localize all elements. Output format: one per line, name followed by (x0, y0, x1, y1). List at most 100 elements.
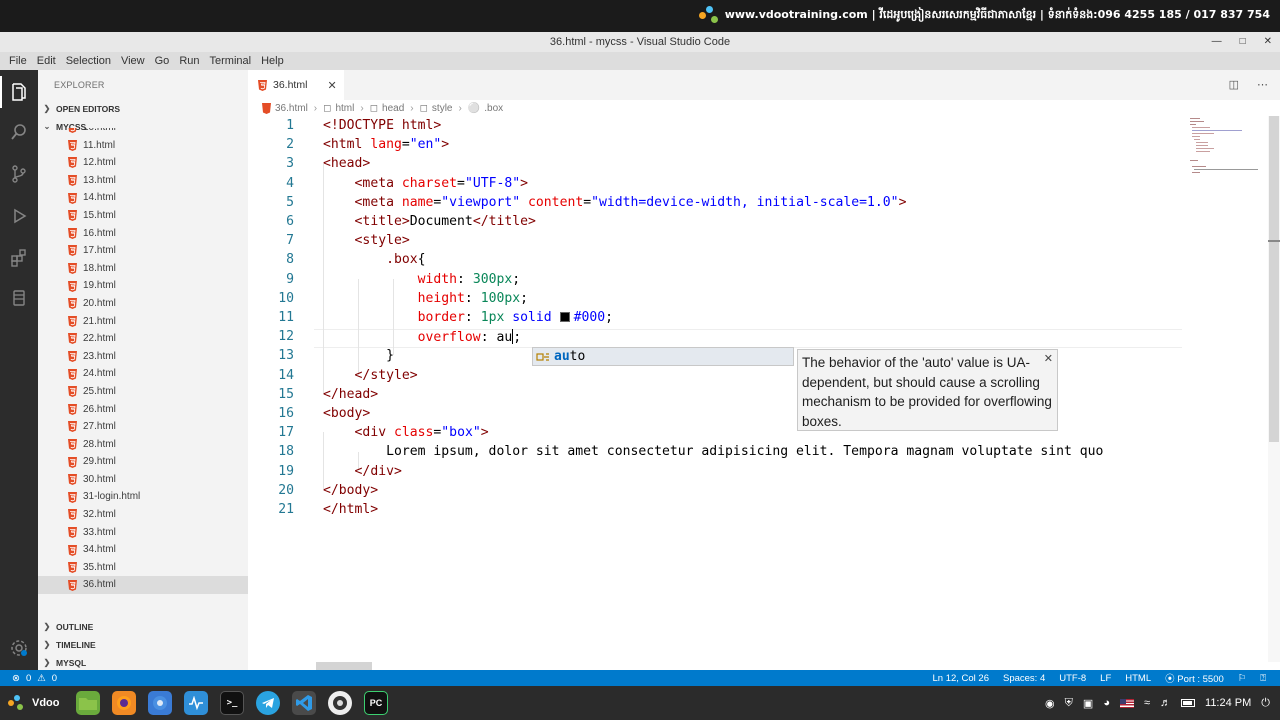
notifications-bell-icon[interactable]: ⍰ (1260, 673, 1266, 684)
settings-gear-icon[interactable] (7, 636, 31, 660)
vertical-scrollbar[interactable] (1268, 116, 1280, 662)
menu-go[interactable]: Go (150, 52, 175, 70)
power-icon[interactable]: ⏻ (1261, 697, 1270, 710)
file-item[interactable]: 11.html (38, 137, 248, 155)
feedback-icon[interactable]: ⚐ (1238, 673, 1247, 684)
file-item[interactable]: 21.html (38, 313, 248, 331)
code-editor[interactable]: 1 2 3 4 5 6 7 8 9 10 11 12 13 14 15 16 17 18 19 20 21 <!DOCT… (248, 116, 1268, 662)
cursor-position[interactable]: Ln 12, Col 26 (932, 673, 989, 684)
outline-section[interactable]: ❯ OUTLINE (38, 618, 248, 636)
maximize-icon[interactable]: □ (1240, 32, 1246, 52)
database-icon[interactable] (7, 286, 31, 310)
breadcrumb-style[interactable]: style (432, 103, 453, 114)
file-item[interactable]: 34.html (38, 541, 248, 559)
file-item[interactable]: 30.html (38, 471, 248, 489)
file-item[interactable]: 12.html (38, 154, 248, 172)
file-item[interactable]: 36.html (38, 576, 248, 595)
source-control-icon[interactable] (7, 162, 31, 186)
files-app-icon[interactable] (76, 691, 100, 715)
menu-selection[interactable]: Selection (61, 52, 116, 70)
breadcrumb-file[interactable]: 36.html (275, 103, 308, 114)
file-item[interactable]: 23.html (38, 348, 248, 366)
menu-terminal[interactable]: Terminal (205, 52, 257, 70)
taskbar: Vdoo >_ PC ◉ ⛨ ▣ ◕ ≈ ♬ 11:24 PM ⏻ (0, 686, 1280, 720)
clipboard-tray-icon[interactable]: ▣ (1083, 697, 1093, 710)
indentation[interactable]: Spaces: 4 (1003, 673, 1045, 684)
live-server-port[interactable]: ⦿ Port : 5500 (1165, 671, 1224, 685)
file-item[interactable]: 35.html (38, 559, 248, 577)
problems-indicator[interactable]: ⊗ 0 ⚠ 0 (0, 673, 57, 684)
file-item[interactable]: 14.html (38, 189, 248, 207)
code-line-1: <!DOCTYPE html> (323, 118, 442, 133)
language-mode[interactable]: HTML (1125, 673, 1151, 684)
menu-file[interactable]: File (4, 52, 32, 70)
menu-run[interactable]: Run (174, 52, 204, 70)
file-item[interactable]: 19.html (38, 277, 248, 295)
file-item[interactable]: 22.html (38, 330, 248, 348)
minimap[interactable] (1182, 116, 1268, 662)
tab-36-html[interactable]: 36.html ✕ (248, 70, 344, 100)
wifi-icon[interactable]: ≈ (1144, 697, 1150, 709)
file-item[interactable]: 29.html (38, 453, 248, 471)
search-icon[interactable] (7, 120, 31, 144)
file-item[interactable]: 20.html (38, 295, 248, 313)
battery-icon[interactable] (1181, 699, 1196, 707)
file-item[interactable]: 28.html (38, 436, 248, 454)
explorer-icon[interactable] (0, 76, 31, 108)
breadcrumb-selector[interactable]: .box (484, 103, 503, 114)
file-item[interactable]: 16.html (38, 225, 248, 243)
breadcrumb-html[interactable]: html (335, 103, 354, 114)
file-item[interactable]: 24.html (38, 365, 248, 383)
terminal-icon[interactable]: >_ (220, 691, 244, 715)
file-item[interactable]: 13.html (38, 172, 248, 190)
shield-tray-icon[interactable]: ⛨ (1065, 697, 1073, 710)
minimize-icon[interactable]: — (1212, 32, 1222, 52)
timeline-section[interactable]: ❯ TIMELINE (38, 636, 248, 654)
obs-camera-icon[interactable] (328, 691, 352, 715)
ubuntu-tray-icon[interactable]: ◕ (1103, 697, 1110, 709)
breadcrumb-head[interactable]: head (382, 103, 404, 114)
file-item[interactable]: 18.html (38, 260, 248, 278)
extensions-icon[interactable] (7, 246, 31, 270)
file-item[interactable]: 26.html (38, 401, 248, 419)
run-debug-icon[interactable] (7, 204, 31, 228)
more-actions-icon[interactable]: ⋯ (1257, 78, 1268, 91)
menu-edit[interactable]: Edit (32, 52, 61, 70)
file-item[interactable]: 15.html (38, 207, 248, 225)
menu-view[interactable]: View (116, 52, 150, 70)
start-menu-button[interactable]: Vdoo (0, 695, 70, 711)
close-tab-icon[interactable]: ✕ (327, 79, 336, 92)
us-flag-icon[interactable] (1119, 698, 1134, 708)
menu-help[interactable]: Help (256, 52, 289, 70)
end-of-line[interactable]: LF (1100, 673, 1111, 684)
suggest-match: au (554, 349, 570, 364)
color-swatch-icon[interactable] (559, 312, 570, 322)
file-item[interactable]: 32.html (38, 506, 248, 524)
system-monitor-icon[interactable] (184, 691, 208, 715)
autocomplete-suggestion[interactable]: auto (532, 347, 794, 366)
camera-tray-icon[interactable]: ◉ (1045, 697, 1055, 710)
horizontal-scrollbar[interactable] (316, 662, 372, 670)
file-item[interactable]: 17.html (38, 242, 248, 260)
html5-icon (68, 210, 77, 222)
close-icon[interactable]: ✕ (1264, 32, 1272, 52)
file-item[interactable]: 25.html (38, 383, 248, 401)
file-item[interactable]: 33.html (38, 524, 248, 542)
close-details-icon[interactable]: ✕ (1044, 350, 1053, 370)
file-item[interactable]: 27.html (38, 418, 248, 436)
file-item[interactable]: 31-login.html (38, 488, 248, 506)
firefox-icon[interactable] (112, 691, 136, 715)
clock[interactable]: 11:24 PM (1205, 697, 1251, 709)
chromium-icon[interactable] (148, 691, 172, 715)
line-number: 10 (278, 291, 294, 306)
open-editors-section[interactable]: ❯ OPEN EDITORS (38, 100, 248, 118)
vscode-icon[interactable] (292, 691, 316, 715)
split-editor-icon[interactable]: ◫ (1229, 78, 1239, 91)
pycharm-icon[interactable]: PC (364, 691, 388, 715)
encoding[interactable]: UTF-8 (1059, 673, 1086, 684)
file-label: 19.html (83, 280, 116, 292)
telegram-icon[interactable] (256, 691, 280, 715)
volume-icon[interactable]: ♬ (1160, 697, 1171, 709)
scroll-thumb[interactable] (1269, 116, 1279, 442)
file-item[interactable]: 10.html (38, 128, 248, 137)
